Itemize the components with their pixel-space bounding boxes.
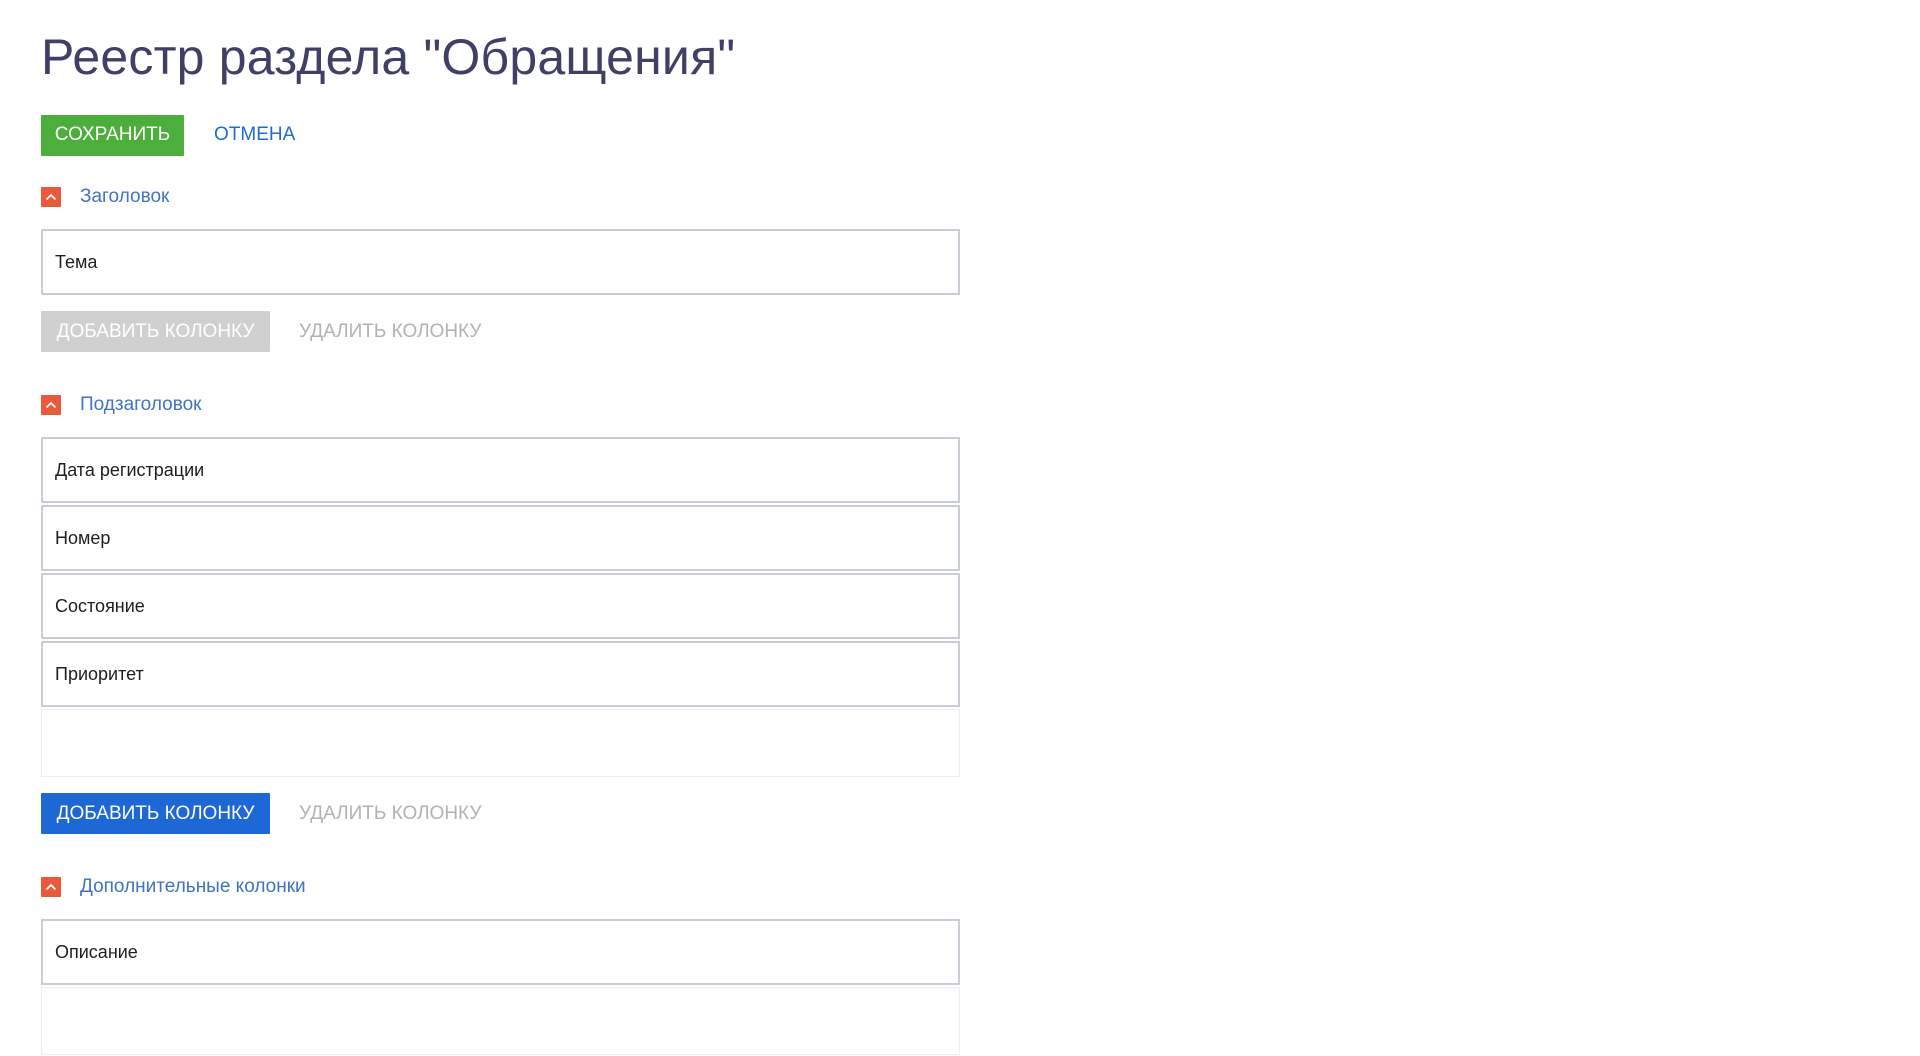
section-registry-settings-page: Реестр раздела "Обращения" СОХРАНИТЬ ОТМ…: [0, 0, 1920, 1056]
toolbar: СОХРАНИТЬ ОТМЕНА: [41, 114, 1920, 156]
column-item[interactable]: Описание: [41, 919, 960, 985]
remove-column-button[interactable]: УДАЛИТЬ КОЛОНКУ: [270, 793, 510, 834]
save-button[interactable]: СОХРАНИТЬ: [41, 114, 184, 156]
column-drop-zone[interactable]: [41, 987, 960, 1055]
column-list-subheader: Дата регистрации Номер Состояние Приорит…: [41, 437, 960, 777]
group-additional-toggle[interactable]: Дополнительные колонки: [41, 874, 1920, 900]
group-header-toggle[interactable]: Заголовок: [41, 184, 1920, 210]
group-additional-columns: Дополнительные колонки Описание: [41, 874, 1920, 1055]
cancel-button[interactable]: ОТМЕНА: [184, 115, 325, 156]
chevron-up-icon[interactable]: [41, 187, 61, 207]
remove-column-button[interactable]: УДАЛИТЬ КОЛОНКУ: [270, 311, 510, 352]
group-header: Заголовок Тема ДОБАВИТЬ КОЛОНКУ УДАЛИТЬ …: [41, 184, 1920, 352]
column-item[interactable]: Тема: [41, 229, 960, 295]
group-title-subheader[interactable]: Подзаголовок: [80, 394, 201, 416]
group-subheader-toggle[interactable]: Подзаголовок: [41, 392, 1920, 418]
group-subheader: Подзаголовок Дата регистрации Номер Сост…: [41, 392, 1920, 834]
column-actions-subheader: ДОБАВИТЬ КОЛОНКУ УДАЛИТЬ КОЛОНКУ: [41, 793, 1920, 834]
column-list-header: Тема: [41, 229, 960, 295]
column-actions-header: ДОБАВИТЬ КОЛОНКУ УДАЛИТЬ КОЛОНКУ: [41, 311, 1920, 352]
add-column-button[interactable]: ДОБАВИТЬ КОЛОНКУ: [41, 311, 270, 352]
chevron-up-icon[interactable]: [41, 877, 61, 897]
group-title-additional[interactable]: Дополнительные колонки: [80, 876, 306, 898]
column-drop-zone[interactable]: [41, 709, 960, 777]
column-item[interactable]: Состояние: [41, 573, 960, 639]
chevron-up-icon[interactable]: [41, 395, 61, 415]
column-list-additional: Описание: [41, 919, 960, 1055]
column-item[interactable]: Дата регистрации: [41, 437, 960, 503]
add-column-button[interactable]: ДОБАВИТЬ КОЛОНКУ: [41, 793, 270, 834]
column-item[interactable]: Приоритет: [41, 641, 960, 707]
column-item[interactable]: Номер: [41, 505, 960, 571]
group-title-header[interactable]: Заголовок: [80, 186, 169, 208]
page-title: Реестр раздела "Обращения": [41, 29, 736, 85]
